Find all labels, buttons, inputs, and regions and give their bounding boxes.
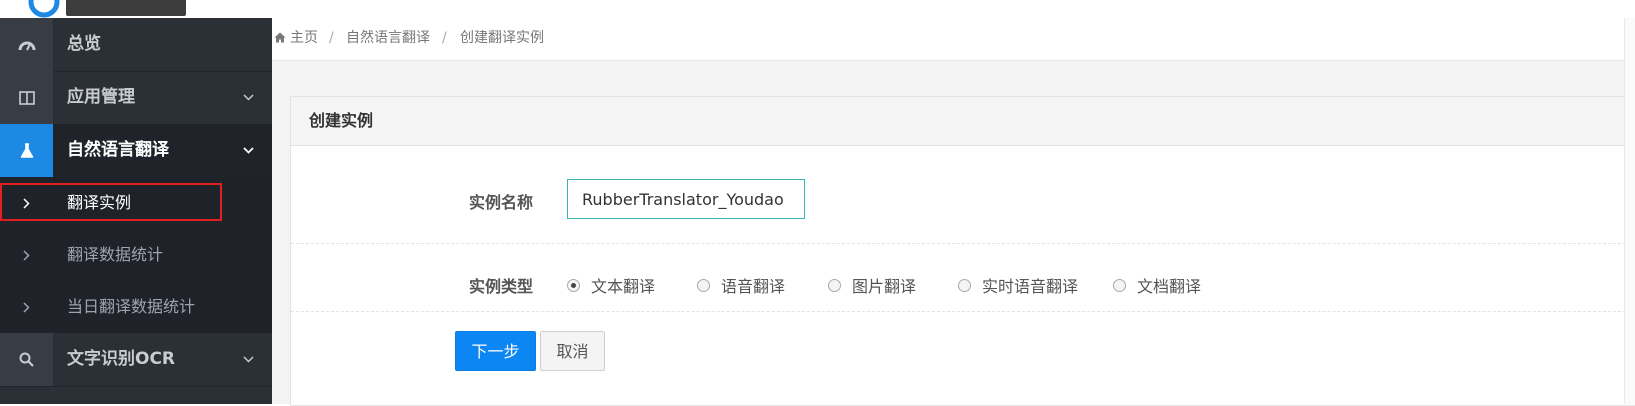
sidebar-subitem-translation-instance[interactable]: 翻译实例: [0, 177, 272, 230]
radio-button-selected[interactable]: [567, 278, 580, 292]
chevron-down-icon: [243, 71, 254, 124]
sidebar-item-label: 应用管理: [67, 87, 135, 107]
breadcrumb-current: 创建翻译实例: [460, 30, 544, 46]
chevron-down-icon: [243, 124, 254, 177]
radio-button[interactable]: [697, 278, 710, 292]
breadcrumb: 主页 / 自然语言翻译 / 创建翻译实例: [272, 18, 1635, 61]
panel-title: 创建实例: [309, 111, 374, 130]
sidebar-item-label: 自然语言翻译: [67, 140, 169, 160]
instance-name-input[interactable]: [567, 179, 805, 219]
flask-icon: [0, 124, 53, 177]
radio-label: 文档翻译: [1137, 277, 1202, 296]
top-header: [0, 0, 1635, 19]
radio-label: 图片翻译: [852, 277, 917, 296]
sidebar-item-ocr[interactable]: 文字识别OCR: [0, 333, 272, 387]
sidebar-subitem-translation-stats[interactable]: 翻译数据统计: [0, 229, 272, 282]
main-content: 主页 / 自然语言翻译 / 创建翻译实例 创建实例 实例名称 实例类型 文本翻译…: [272, 18, 1635, 406]
sidebar-item-label: 总览: [67, 34, 101, 54]
chevron-right-icon: [0, 229, 53, 281]
sidebar-item-label: 文字识别OCR: [67, 349, 176, 369]
radio-document-translation[interactable]: 文档翻译: [1113, 273, 1201, 297]
create-instance-panel: 创建实例 实例名称 实例类型 文本翻译 语音翻译 图片翻译 实时语音翻译 文档翻…: [290, 96, 1635, 406]
sidebar: 总览 应用管理 自然语言翻译 翻译实例 翻译数据统计 当日翻译数据统计 文字识别…: [0, 18, 272, 404]
panel-header: 创建实例: [291, 97, 1635, 146]
radio-button[interactable]: [1113, 278, 1126, 292]
sidebar-subitem-label: 翻译实例: [67, 193, 132, 212]
radio-image-translation[interactable]: 图片翻译: [828, 273, 916, 297]
instance-name-label: 实例名称: [469, 193, 534, 212]
search-icon: [0, 333, 54, 386]
home-icon: [274, 18, 286, 58]
sidebar-item-nl-translation[interactable]: 自然语言翻译: [0, 124, 272, 178]
chevron-down-icon: [243, 333, 254, 386]
row-divider: [291, 311, 1635, 312]
radio-button[interactable]: [828, 278, 841, 292]
chevron-right-icon: [0, 177, 53, 229]
sidebar-item-overview[interactable]: 总览: [0, 18, 272, 72]
radio-label: 文本翻译: [591, 277, 656, 296]
radio-text-translation[interactable]: 文本翻译: [567, 273, 655, 297]
row-divider: [291, 243, 1635, 244]
breadcrumb-home[interactable]: 主页: [290, 18, 318, 58]
sidebar-subitem-label: 翻译数据统计: [67, 245, 164, 264]
columns-icon: [0, 71, 54, 124]
sidebar-subitem-label: 当日翻译数据统计: [67, 297, 196, 316]
scrollbar[interactable]: [1624, 18, 1635, 404]
cancel-button[interactable]: 取消: [540, 331, 605, 371]
radio-button[interactable]: [958, 278, 971, 292]
sidebar-item-app-management[interactable]: 应用管理: [0, 71, 272, 125]
radio-speech-translation[interactable]: 语音翻译: [697, 273, 785, 297]
sidebar-subitem-daily-translation-stats[interactable]: 当日翻译数据统计: [0, 281, 272, 334]
breadcrumb-separator: /: [329, 30, 334, 46]
next-step-button[interactable]: 下一步: [455, 331, 536, 371]
breadcrumb-separator: /: [442, 30, 447, 46]
dashboard-icon: [0, 18, 54, 71]
chevron-right-icon: [0, 281, 53, 333]
instance-type-label: 实例类型: [469, 277, 534, 296]
radio-realtime-speech-translation[interactable]: 实时语音翻译: [958, 273, 1078, 297]
radio-label: 语音翻译: [721, 277, 786, 296]
logo-icon: [28, 0, 186, 18]
breadcrumb-section[interactable]: 自然语言翻译: [346, 18, 430, 58]
radio-label: 实时语音翻译: [982, 277, 1079, 296]
